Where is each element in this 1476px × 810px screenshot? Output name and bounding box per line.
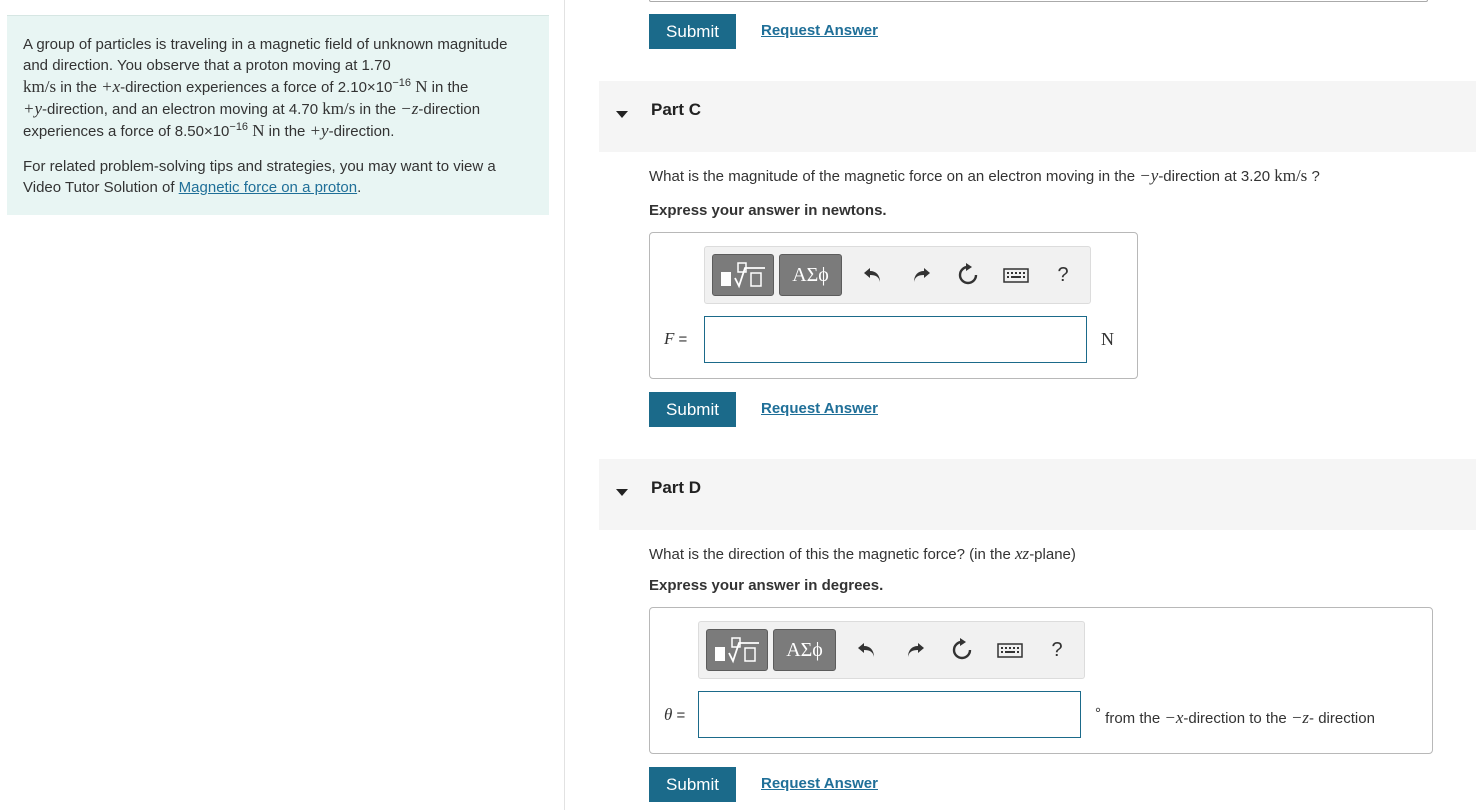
partD-title: Part D	[651, 478, 702, 497]
previous-answer-box-edge	[649, 0, 1428, 2]
partD-header[interactable]: Part D	[599, 459, 1476, 530]
math-toolbar: ΑΣϕ ?	[698, 621, 1085, 679]
partD-answer-box: ΑΣϕ ? θ = ° from the −x-direction to the…	[649, 607, 1433, 754]
tutor-hint: For related problem-solving tips and str…	[23, 158, 496, 196]
collapse-caret-icon[interactable]	[616, 489, 628, 496]
problem-text: A group of particles is traveling in a m…	[23, 36, 508, 140]
partD-answer-input[interactable]	[698, 691, 1081, 738]
partB-submit-button[interactable]: Submit	[649, 14, 736, 49]
redo-icon[interactable]	[901, 635, 929, 665]
redo-icon[interactable]	[907, 260, 935, 290]
partD-question: What is the direction of this the magnet…	[649, 544, 1076, 563]
partC-answer-box: ΑΣϕ ? F = N	[649, 232, 1138, 379]
keyboard-icon[interactable]	[1002, 260, 1030, 290]
partD-instructions: Express your answer in degrees.	[649, 577, 884, 594]
partD-request-answer-link[interactable]: Request Answer	[761, 775, 878, 792]
keyboard-icon[interactable]	[996, 635, 1024, 665]
templates-icon	[715, 637, 759, 664]
partC-variable-label: F =	[664, 329, 688, 348]
partD-submit-button[interactable]: Submit	[649, 767, 736, 802]
partC-answer-input[interactable]	[704, 316, 1087, 363]
greek-symbols-button[interactable]: ΑΣϕ	[779, 254, 842, 296]
collapse-caret-icon[interactable]	[616, 111, 628, 118]
partC-request-answer-link[interactable]: Request Answer	[761, 400, 878, 417]
reset-icon[interactable]	[948, 635, 976, 665]
greek-symbols-button[interactable]: ΑΣϕ	[773, 629, 836, 671]
reset-icon[interactable]	[954, 260, 982, 290]
partC-submit-button[interactable]: Submit	[649, 392, 736, 427]
partD-unit-label: ° from the −x-direction to the −z- direc…	[1095, 705, 1375, 727]
help-icon[interactable]: ?	[1043, 635, 1071, 665]
partC-header[interactable]: Part C	[599, 81, 1476, 152]
templates-button[interactable]	[712, 254, 774, 296]
problem-statement: A group of particles is traveling in a m…	[7, 15, 549, 215]
math-toolbar: ΑΣϕ ?	[704, 246, 1091, 304]
partC-question: What is the magnitude of the magnetic fo…	[649, 166, 1320, 185]
partC-instructions: Express your answer in newtons.	[649, 202, 887, 219]
problem-panel: A group of particles is traveling in a m…	[0, 0, 565, 810]
partC-title: Part C	[651, 100, 702, 119]
partD-variable-label: θ =	[664, 705, 686, 724]
undo-icon[interactable]	[853, 635, 881, 665]
help-icon[interactable]: ?	[1049, 260, 1077, 290]
undo-icon[interactable]	[859, 260, 887, 290]
partC-unit-label: N	[1101, 329, 1114, 349]
templates-icon	[721, 262, 765, 289]
partB-request-answer-link[interactable]: Request Answer	[761, 22, 878, 39]
templates-button[interactable]	[706, 629, 768, 671]
video-tutor-link[interactable]: Magnetic force on a proton	[179, 179, 357, 196]
